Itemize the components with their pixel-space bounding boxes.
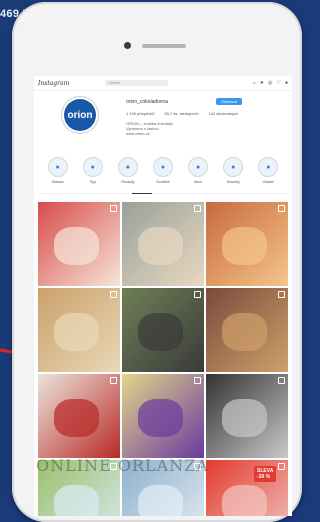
post-image (54, 227, 100, 265)
highlight-label: Novinky (226, 180, 240, 184)
carousel-icon (278, 205, 285, 212)
highlight-circle-icon: ● (188, 157, 209, 177)
post-image (138, 399, 184, 437)
highlight-item[interactable]: ● Tipy (81, 157, 105, 193)
search-input[interactable]: Hledat (105, 80, 169, 86)
compass-icon[interactable]: ◎ (268, 80, 272, 86)
instagram-top-bar: Instagram Hledat ⌂ ➤ ◎ ♡ ● (34, 76, 292, 91)
phone-frame: Instagram Hledat ⌂ ➤ ◎ ♡ ● orion orion_c… (12, 2, 302, 522)
home-icon[interactable]: ⌂ (253, 80, 256, 86)
post-tile[interactable] (38, 374, 120, 458)
post-tile[interactable] (206, 202, 288, 286)
highlight-item[interactable]: ● Zábava (46, 157, 70, 193)
carousel-icon (278, 291, 285, 298)
posts-count: 1 190 příspěvků (126, 111, 155, 116)
post-image (222, 485, 268, 516)
carousel-icon (194, 205, 201, 212)
user-icon[interactable]: ● (285, 80, 288, 86)
tab-posts[interactable] (132, 193, 152, 194)
carousel-icon (110, 377, 117, 384)
carousel-icon (194, 291, 201, 298)
post-image (54, 313, 100, 351)
highlight-item[interactable]: ● Akce (186, 157, 210, 193)
highlight-item[interactable]: ● Soutěže (151, 157, 175, 193)
header-icons: ⌂ ➤ ◎ ♡ ● (253, 80, 288, 86)
post-tile[interactable] (122, 374, 204, 458)
phone-camera (124, 42, 131, 49)
highlight-circle-icon: ● (47, 157, 68, 177)
carousel-icon (278, 463, 285, 470)
post-image (54, 485, 100, 516)
post-image (222, 399, 268, 437)
highlight-label: Tipy (89, 180, 97, 184)
bio-link[interactable]: www.orion.cz (126, 131, 246, 136)
highlight-circle-icon: ● (117, 157, 138, 177)
post-tile[interactable] (122, 202, 204, 286)
post-tile[interactable] (122, 288, 204, 372)
carousel-icon (110, 205, 117, 212)
carousel-icon (110, 291, 117, 298)
sale-badge: SLEVA -30 % (254, 466, 277, 482)
post-image (138, 313, 184, 351)
post-tile[interactable] (38, 202, 120, 286)
highlight-item[interactable]: ● Novinky (221, 157, 245, 193)
phone-speaker (142, 44, 186, 48)
highlight-label: Recepty (121, 180, 135, 184)
posts-tab-bar (38, 193, 288, 202)
instagram-logo[interactable]: Instagram (38, 80, 69, 87)
post-tile[interactable]: SLEVA -30 % (206, 460, 288, 516)
send-icon[interactable]: ➤ (260, 80, 264, 86)
profile-bio: ORION – značka čokolády Vyrobeno s lásko… (126, 121, 246, 136)
profile-stats: 1 190 příspěvků 55,7 tis. sledujících 14… (126, 111, 239, 116)
carousel-icon (278, 377, 285, 384)
avatar[interactable]: orion (64, 99, 96, 131)
post-image (138, 227, 184, 265)
highlight-label: Zábava (51, 180, 64, 184)
post-image (222, 313, 268, 351)
carousel-icon (194, 377, 201, 384)
highlight-item[interactable]: ● Recepty (116, 157, 140, 193)
highlight-circle-icon: ● (258, 157, 279, 177)
sale-percent: -30 % (257, 474, 271, 480)
highlight-label: Soutěže (156, 180, 170, 184)
profile-header: orion orion_cokoladovna Sledovat 1 190 p… (34, 91, 292, 153)
username: orion_cokoladovna (126, 99, 168, 105)
following-count[interactable]: 142 sledovaných (209, 111, 239, 116)
highlight-label: Ostatní (262, 180, 275, 184)
post-image (138, 485, 184, 516)
highlight-circle-icon: ● (152, 157, 173, 177)
story-highlights: ● Zábava ● Tipy ● Recepty ● Soutěže ● Akce ● N… (34, 153, 292, 193)
watermark: ONLINE ORLANZA (36, 456, 209, 475)
post-tile[interactable] (206, 288, 288, 372)
highlight-label: Akce (194, 180, 203, 184)
highlight-item[interactable]: ● Ostatní (256, 157, 280, 193)
follow-button[interactable]: Sledovat (216, 98, 242, 105)
post-image (54, 399, 100, 437)
post-tile[interactable] (206, 374, 288, 458)
highlight-circle-icon: ● (82, 157, 103, 177)
heart-icon[interactable]: ♡ (276, 80, 280, 86)
followers-count[interactable]: 55,7 tis. sledujících (164, 111, 198, 116)
highlight-circle-icon: ● (223, 157, 244, 177)
post-tile[interactable] (38, 288, 120, 372)
instagram-screen: Instagram Hledat ⌂ ➤ ◎ ♡ ● orion orion_c… (34, 76, 292, 516)
post-image (222, 227, 268, 265)
